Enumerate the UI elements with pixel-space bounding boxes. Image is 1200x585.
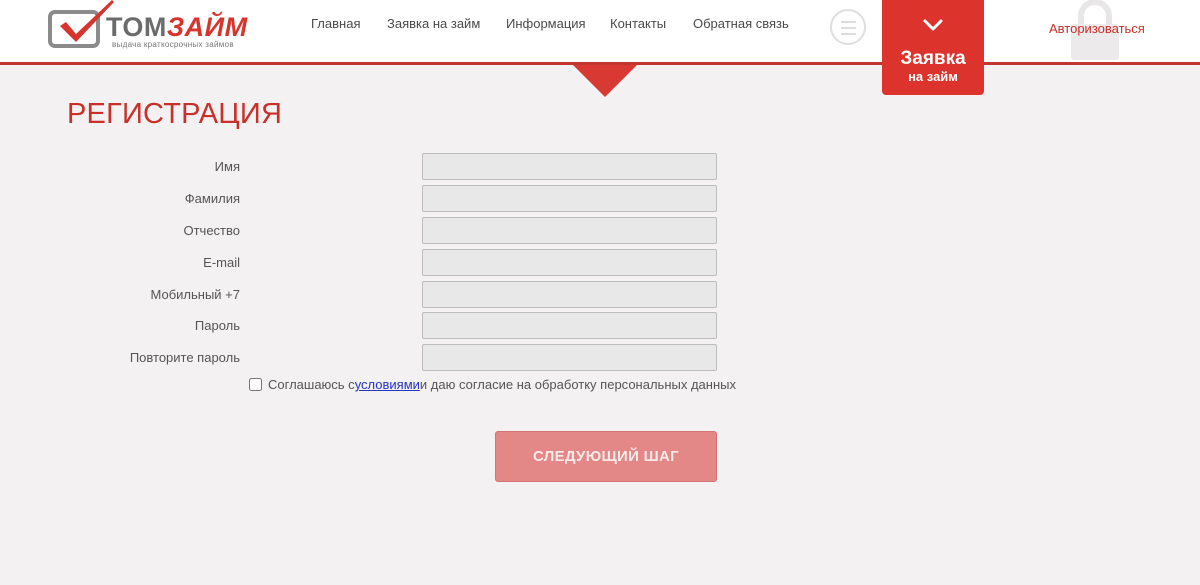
repeat-password-field[interactable] [422,344,717,371]
last-name-field[interactable] [422,185,717,212]
password-field[interactable] [422,312,717,339]
terms-link[interactable]: условиями [355,377,420,392]
logo-tagline: выдача краткосрочных займов [112,40,234,49]
next-step-button[interactable]: СЛЕДУЮЩИЙ ШАГ [495,431,717,482]
consent-text-after: и даю согласие на обработку персональных… [419,377,736,392]
password-label: Пароль [194,318,240,333]
patronymic-field[interactable] [422,217,717,244]
last-name-label: Фамилия [184,191,240,206]
apply-tab-line1: Заявка [900,48,966,69]
consent-row: Соглашаюсь с условиями и даю согласие на… [249,377,736,392]
repeat-password-label: Повторите пароль [129,350,240,365]
apply-loan-tab[interactable]: Заявка на займ [882,0,984,95]
consent-text-before: Соглашаюсь с [268,377,355,392]
email-label: E-mail [203,255,240,270]
nav-contacts[interactable]: Контакты [610,16,666,31]
consent-checkbox[interactable] [249,378,262,391]
site-header: ТОМЗАЙМ выдача краткосрочных займов Глав… [0,0,1200,62]
nav-information[interactable]: Информация [506,16,586,31]
page-title: РЕГИСТРАЦИЯ [67,98,283,130]
email-field[interactable] [422,249,717,276]
apply-tab-line2: на займ [908,69,958,84]
chevron-down-icon [923,19,943,31]
site-logo[interactable]: ТОМЗАЙМ выдача краткосрочных займов [46,0,256,50]
first-name-label: Имя [214,159,240,174]
menu-icon[interactable] [830,9,866,45]
login-link[interactable]: Авторизоваться [1049,21,1145,36]
patronymic-label: Отчество [183,223,240,238]
nav-loan-application[interactable]: Заявка на займ [387,16,480,31]
nav-home[interactable]: Главная [311,16,360,31]
first-name-field[interactable] [422,153,717,180]
phone-field[interactable] [422,281,717,308]
header-arrow-indicator [573,65,637,97]
phone-label: Мобильный +7 [150,287,241,302]
logo-text: ТОМЗАЙМ [106,12,248,42]
nav-feedback[interactable]: Обратная связь [693,16,789,31]
